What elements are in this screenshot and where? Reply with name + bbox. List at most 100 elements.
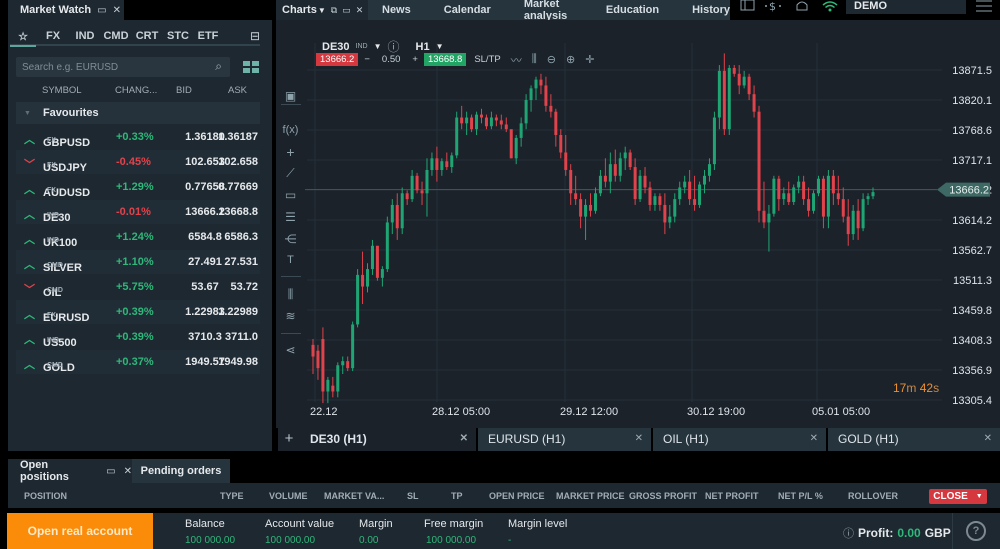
search-input[interactable]: Search e.g. EURUSD ⌕ [16, 57, 230, 77]
nav-education[interactable]: Education [606, 4, 659, 16]
symbol-dropdown-icon[interactable]: ▼ [374, 42, 382, 51]
col-sl[interactable]: SL [407, 491, 419, 501]
fibonacci-icon[interactable]: ☰ [278, 210, 303, 224]
row-ask[interactable]: 27.531 [216, 256, 258, 268]
candlestick-chart[interactable]: 13871.5 13820.1 13768.6 13717.1 13666.2 13614… [305, 38, 1000, 428]
tab-crt[interactable]: CRT [132, 30, 162, 42]
close-icon[interactable]: ✕ [356, 5, 364, 16]
chart-tab[interactable]: DE30 (H1) ✕ [300, 428, 476, 451]
nav-calendar[interactable]: Calendar [444, 4, 491, 16]
volume-increase[interactable]: + [406, 54, 424, 65]
close-icon[interactable]: ✕ [124, 466, 132, 477]
hamburger-menu-icon[interactable] [976, 0, 992, 12]
watchlist-row[interactable]: ﹀ OIL CMD +5.75% 53.67 53.72 [16, 275, 260, 299]
row-ask[interactable]: 1949.98 [216, 356, 258, 368]
volume-decrease[interactable]: − [358, 54, 376, 65]
watchlist-row[interactable]: ︿ DE30 IND -0.01% 13666.2 13668.8 [16, 200, 260, 224]
col-volume[interactable]: VOLUME [269, 491, 308, 501]
crosshair-icon[interactable]: + [278, 144, 303, 160]
deposit-icon[interactable]: $ [765, 0, 781, 13]
chart-symbol[interactable]: DE30 [322, 41, 350, 53]
col-change[interactable]: CHANG... [115, 85, 157, 96]
maximize-icon[interactable]: ▭ [106, 466, 115, 477]
text-tool-icon[interactable]: T [278, 254, 303, 266]
close-tab-icon[interactable]: ✕ [984, 428, 992, 450]
chart-tab[interactable]: GOLD (H1) ✕ [828, 428, 1000, 451]
watchlist-row[interactable]: ︿ GOLD CMD +0.37% 1949.57 1949.98 [16, 350, 260, 374]
row-ask[interactable]: 13668.8 [216, 206, 258, 218]
close-icon[interactable]: ✕ [113, 5, 121, 16]
layout-icon[interactable] [740, 0, 755, 11]
help-icon[interactable]: ? [966, 521, 986, 541]
col-net-pl[interactable]: NET P/L % [778, 491, 823, 501]
watchlist-row[interactable]: ︿ AUDUSD FX +1.29% 0.77658 0.77669 [16, 175, 260, 199]
pitchfork-icon[interactable]: ⋲ [278, 232, 303, 246]
nav-news[interactable]: News [382, 4, 411, 16]
bell-icon[interactable] [796, 1, 808, 11]
chart-tab[interactable]: OIL (H1) ✕ [653, 428, 826, 451]
open-real-account-button[interactable]: Open real account [7, 513, 153, 549]
buy-button[interactable]: 13668.8 [423, 53, 467, 66]
move-icon[interactable]: ✛ [585, 53, 594, 66]
watchlist-row[interactable]: ﹀ USDJPY FX -0.45% 102.653 102.658 [16, 150, 260, 174]
sell-button[interactable]: 13666.2 [316, 53, 359, 66]
tab-etf[interactable]: ETF [194, 30, 222, 42]
close-positions-button[interactable]: CLOSE ▼ [929, 489, 987, 504]
volume-input[interactable]: 0.50 [376, 54, 407, 65]
market-watch-tab[interactable]: Market Watch ▭ ✕ [8, 0, 124, 20]
col-market-price[interactable]: MARKET PRICE [556, 491, 625, 501]
maximize-icon[interactable]: ▭ [342, 5, 351, 16]
col-position[interactable]: POSITION [24, 491, 67, 501]
watchlist-row[interactable]: ︿ UK100 IND +1.24% 6584.8 6586.3 [16, 225, 260, 249]
col-tp[interactable]: TP [451, 491, 463, 501]
tab-pending-orders[interactable]: Pending orders [132, 459, 230, 483]
candles-toggle-icon[interactable]: ⫼ [532, 53, 537, 66]
chart-type-icon[interactable]: ▣ [278, 89, 303, 103]
row-ask[interactable]: 102.658 [216, 156, 258, 168]
tab-stc[interactable]: STC [162, 30, 194, 42]
timeframe-dropdown-icon[interactable]: ▼ [436, 42, 444, 51]
chart-tab[interactable]: EURUSD (H1) ✕ [478, 428, 651, 451]
watchlist-row[interactable]: ︿ EURUSD FX +0.39% 1.22983 1.22989 [16, 300, 260, 324]
row-ask[interactable]: 53.72 [216, 281, 258, 293]
share-icon[interactable]: ⋖ [278, 343, 303, 357]
close-tab-icon[interactable]: ✕ [810, 428, 818, 450]
col-market-value[interactable]: MARKET VA... [324, 491, 384, 501]
candles-icon[interactable]: ⫼ [278, 287, 303, 302]
popout-icon[interactable]: ⧉ [331, 5, 337, 16]
tab-fx[interactable]: FX [36, 30, 70, 42]
tab-ind[interactable]: IND [70, 30, 100, 42]
info-icon[interactable]: ⓘ [843, 525, 854, 541]
close-tab-icon[interactable]: ✕ [460, 428, 468, 450]
rectangle-icon[interactable]: ▭ [278, 188, 303, 202]
charts-tab[interactable]: Charts ▼ ⧉ ▭ ✕ [276, 0, 368, 20]
col-open-price[interactable]: OPEN PRICE [489, 491, 545, 501]
zoom-in-icon[interactable]: ⊕ [566, 53, 575, 66]
collapse-icon[interactable]: ▼ [24, 110, 31, 117]
nav-market-analysis[interactable]: Market analysis [524, 0, 573, 22]
grid-view-icon[interactable] [243, 61, 259, 73]
row-ask[interactable]: 1.22989 [216, 306, 258, 318]
line-chart-icon[interactable]: 〰 [511, 52, 522, 68]
col-bid[interactable]: BID [176, 85, 192, 96]
nav-history[interactable]: History [692, 4, 730, 16]
sltp-button[interactable]: SL/TP [474, 54, 500, 65]
watchlist-row[interactable]: ︿ US500 IND +0.39% 3710.3 3711.0 [16, 325, 260, 349]
timeframe-selector[interactable]: H1 [416, 41, 430, 53]
tab-cmd[interactable]: CMD [100, 30, 132, 42]
row-ask[interactable]: 0.77669 [216, 181, 258, 193]
col-net-profit[interactable]: NET PROFIT [705, 491, 759, 501]
inbox-icon[interactable]: ⊟ [222, 29, 260, 43]
close-tab-icon[interactable]: ✕ [635, 428, 643, 450]
maximize-icon[interactable]: ▭ [97, 5, 106, 16]
col-rollover[interactable]: ROLLOVER [848, 491, 898, 501]
favourites-group[interactable]: ▼ Favourites [16, 102, 260, 124]
col-type[interactable]: TYPE [220, 491, 244, 501]
col-symbol[interactable]: SYMBOL [42, 85, 82, 96]
account-mode-selector[interactable]: DEMO [846, 0, 966, 14]
col-gross-profit[interactable]: GROSS PROFIT [629, 491, 697, 501]
layers-icon[interactable]: ≋ [278, 309, 303, 323]
tab-open-positions[interactable]: Open positions ▭ ✕ [8, 459, 132, 483]
row-ask[interactable]: 3711.0 [216, 331, 258, 343]
search-icon[interactable]: ⌕ [215, 59, 222, 74]
